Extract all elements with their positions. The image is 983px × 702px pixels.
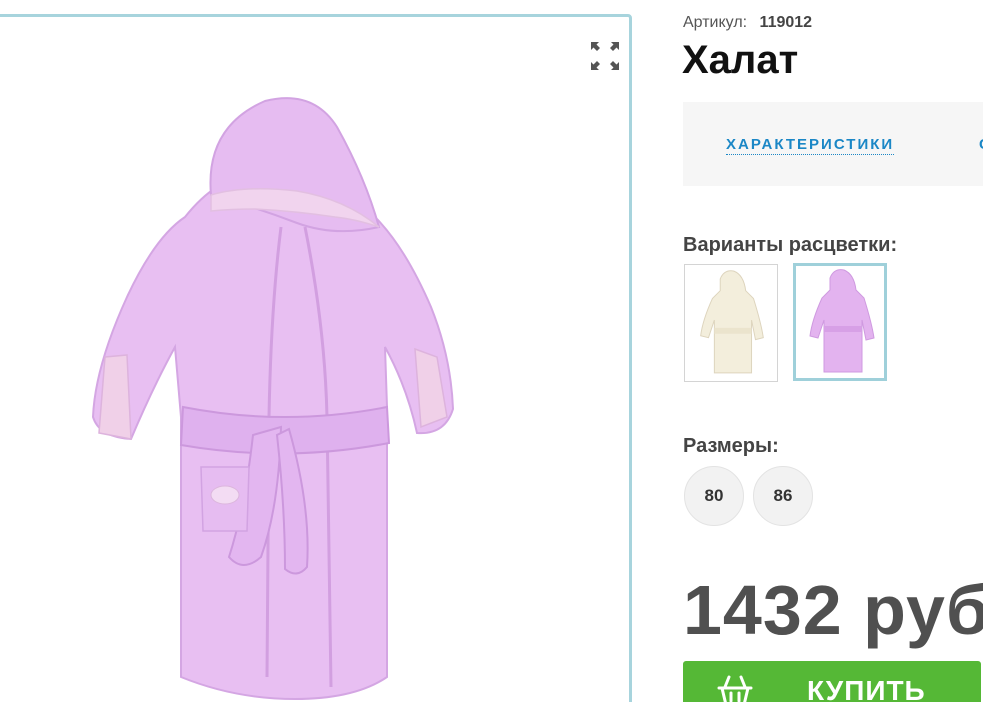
buy-button[interactable]: КУПИТЬ (683, 661, 981, 702)
sizes-label: Размеры: (683, 435, 779, 457)
color-swatch-cream[interactable] (684, 264, 778, 382)
product-gallery (0, 14, 632, 702)
buy-button-label: КУПИТЬ (807, 675, 926, 702)
product-title: Халат (682, 38, 799, 82)
sku-label: Артикул: (683, 14, 748, 31)
size-option-86[interactable]: 86 (753, 466, 813, 526)
color-variants-label: Варианты расцветки: (683, 234, 898, 256)
price: 1432 руб (683, 571, 983, 649)
tab-next-partial[interactable]: С (979, 136, 983, 153)
tab-characteristics[interactable]: ХАРАКТЕРИСТИКИ (726, 136, 895, 155)
basket-icon (717, 675, 753, 702)
color-swatch-lilac[interactable] (793, 263, 887, 381)
product-main-image[interactable] (35, 87, 511, 702)
sku: Артикул: 119012 (683, 14, 812, 32)
sku-value: 119012 (759, 14, 813, 31)
size-option-80[interactable]: 80 (684, 466, 744, 526)
fullscreen-icon[interactable] (588, 39, 622, 73)
product-tabs: ХАРАКТЕРИСТИКИ С (683, 102, 983, 186)
